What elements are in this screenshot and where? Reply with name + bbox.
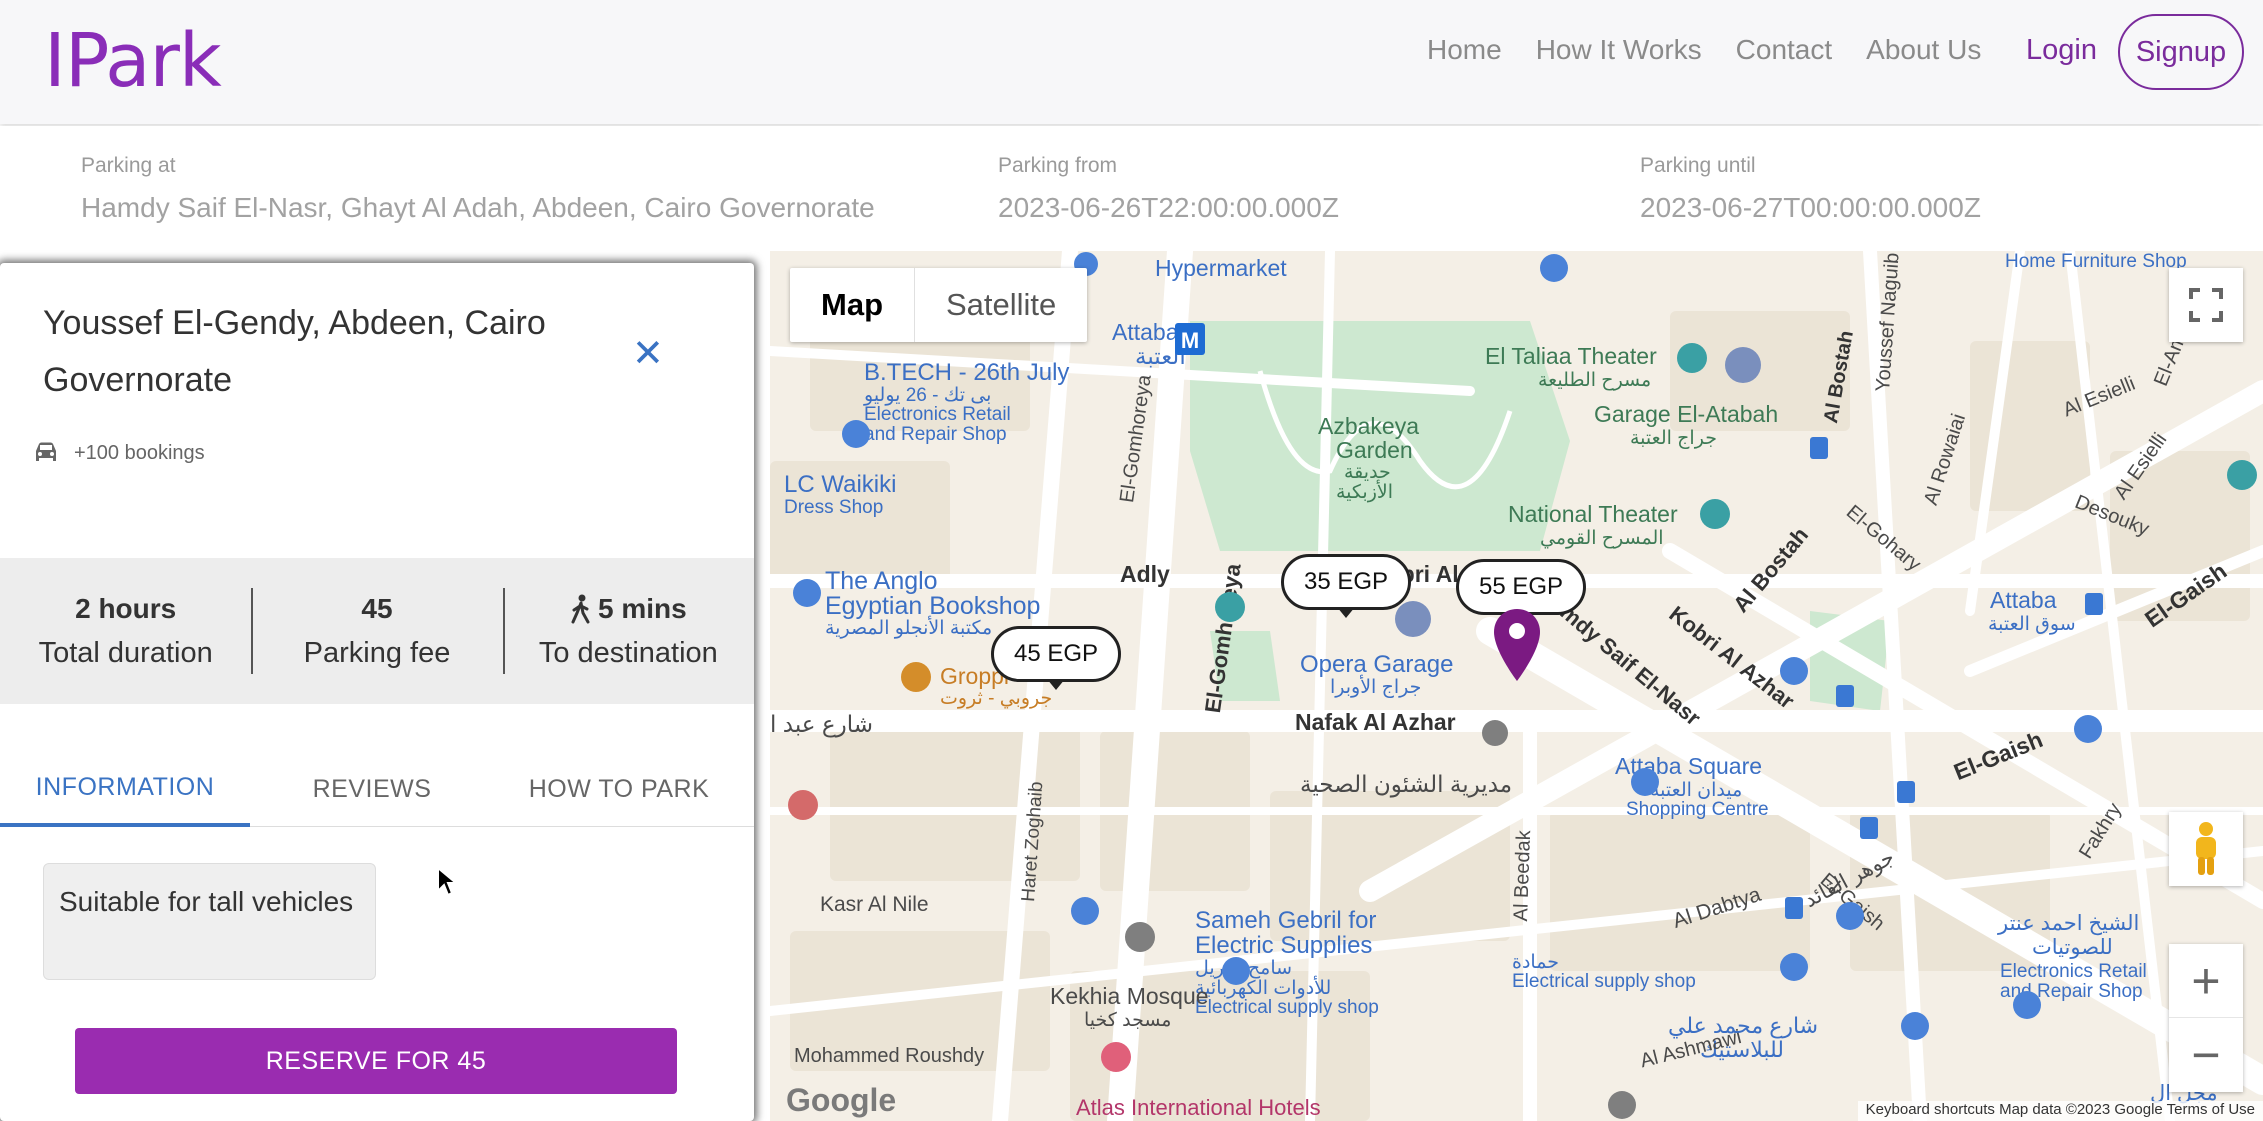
stat-to-destination: 5 mins To destination <box>502 558 754 704</box>
stat-value: 45 <box>361 592 393 624</box>
minus-icon: − <box>2191 1027 2221 1083</box>
search-summary-bar: Parking at Hamdy Saif El-Nasr, Ghayt Al … <box>0 126 2263 251</box>
parking-from-field[interactable]: Parking from 2023-06-26T22:00:00.000Z <box>998 154 1339 224</box>
parking-from-value[interactable]: 2023-06-26T22:00:00.000Z <box>998 192 1339 224</box>
stat-label: Total duration <box>38 636 213 669</box>
nav-contact-link[interactable]: Contact <box>1736 34 1833 66</box>
bookings-count: +100 bookings <box>32 441 205 465</box>
top-navbar: IPark Home How It Works Contact About Us… <box>0 0 2263 124</box>
reserve-button[interactable]: RESERVE FOR 45 <box>75 1028 677 1094</box>
google-logo: Google <box>786 1082 897 1118</box>
tab-how-to-park[interactable]: HOW TO PARK <box>494 751 744 827</box>
stat-total-duration: 2 hours Total duration <box>0 558 251 704</box>
panel-title: Youssef El-Gendy, Abdeen, Cairo Governor… <box>43 304 546 399</box>
selected-location-pin-icon[interactable] <box>1492 607 1542 683</box>
street-view-pegman[interactable] <box>2169 812 2243 886</box>
parking-at-value[interactable]: Hamdy Saif El-Nasr, Ghayt Al Adah, Abdee… <box>81 192 875 224</box>
parking-at-field[interactable]: Parking at Hamdy Saif El-Nasr, Ghayt Al … <box>81 154 875 224</box>
stat-label: Parking fee <box>303 636 451 669</box>
zoom-in-button[interactable]: + <box>2169 944 2243 1018</box>
plus-icon: + <box>2191 952 2221 1009</box>
stat-value: 5 mins <box>597 592 687 624</box>
tab-reviews[interactable]: REVIEWS <box>250 751 494 827</box>
nav-about-link[interactable]: About Us <box>1866 34 1981 66</box>
signup-button[interactable]: Signup <box>2118 14 2244 90</box>
close-icon: ✕ <box>632 333 664 375</box>
map-type-control: Map Satellite <box>790 268 1088 342</box>
stats-row: 2 hours Total duration 45 Parking fee 5 … <box>0 558 754 704</box>
parking-until-value[interactable]: 2023-06-27T00:00:00.000Z <box>1640 192 1981 224</box>
nav-how-it-works-link[interactable]: How It Works <box>1536 34 1702 66</box>
pegman-icon <box>2196 822 2216 875</box>
price-marker[interactable]: 35 EGP <box>1281 554 1412 618</box>
parking-at-label: Parking at <box>81 154 176 177</box>
car-icon <box>36 442 56 461</box>
fullscreen-icon <box>2189 288 2223 322</box>
map-type-map-button[interactable]: Map <box>790 268 914 342</box>
parking-until-field[interactable]: Parking until 2023-06-27T00:00:00.000Z <box>1640 154 1981 224</box>
stat-value: 2 hours <box>75 592 177 624</box>
nav-links: Home How It Works Contact About Us <box>1427 34 2015 66</box>
feature-chip: Suitable for tall vehicles <box>43 863 376 980</box>
tab-information[interactable]: INFORMATION <box>0 751 250 827</box>
details-tabs: INFORMATION REVIEWS HOW TO PARK <box>0 751 754 827</box>
walking-icon <box>571 594 590 623</box>
ipark-logo[interactable]: IPark <box>44 18 222 104</box>
zoom-control: + − <box>2169 944 2243 1092</box>
login-link[interactable]: Login <box>2026 34 2097 67</box>
map-view[interactable]: Hypermarket Attaba العتبة B.TECH - 26th … <box>770 251 2263 1121</box>
map-attribution[interactable]: Keyboard shortcuts Map data ©2023 Google… <box>1857 1101 2263 1121</box>
stat-value-row: 5 mins <box>570 593 687 625</box>
zoom-out-button[interactable]: − <box>2169 1018 2243 1092</box>
svg-text:M: M <box>1181 328 1199 353</box>
nav-home-link[interactable]: Home <box>1427 34 1502 66</box>
stat-parking-fee: 45 Parking fee <box>251 558 502 704</box>
mouse-cursor-icon <box>437 866 458 897</box>
map-type-satellite-button[interactable]: Satellite <box>914 268 1087 342</box>
parking-until-label: Parking until <box>1640 154 1756 177</box>
price-marker[interactable]: 45 EGP <box>991 626 1122 690</box>
bookings-text: +100 bookings <box>74 441 205 464</box>
stat-label: To destination <box>538 636 718 669</box>
map-poi-icons: M <box>788 252 2257 1119</box>
fullscreen-button[interactable] <box>2169 268 2243 342</box>
close-panel-button[interactable]: ✕ <box>632 331 664 376</box>
parking-from-label: Parking from <box>998 154 1118 177</box>
parking-details-panel: Youssef El-Gendy, Abdeen, Cairo Governor… <box>0 263 754 1121</box>
